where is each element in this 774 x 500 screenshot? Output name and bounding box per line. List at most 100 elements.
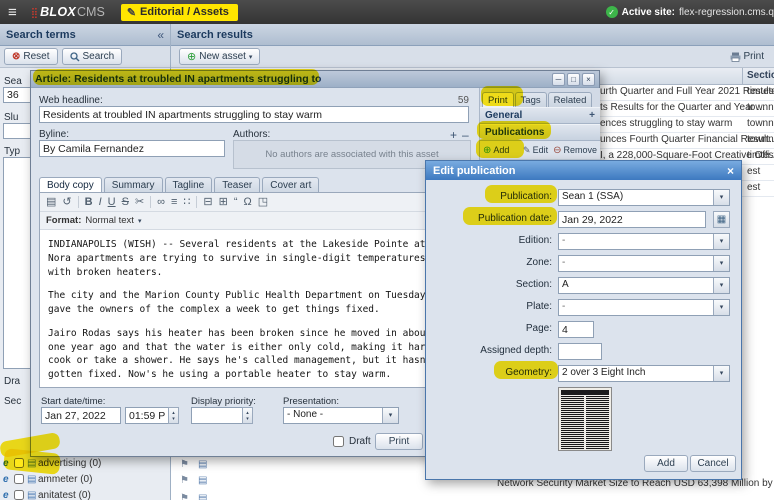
toolbar-separator [196, 196, 197, 208]
time-stepper[interactable]: ▴ ▾ [168, 407, 179, 424]
align-icon[interactable]: ≡ [171, 197, 177, 208]
zone-select[interactable]: - ▾ [558, 255, 730, 272]
calendar-icon[interactable]: ▦ [713, 211, 730, 228]
fullscreen-icon[interactable]: ◳ [258, 197, 268, 208]
reset-button[interactable]: ⊗ Reset [4, 48, 58, 65]
minus-circle-icon: ⊖ [553, 145, 561, 156]
plus-circle-icon: ⊕ [187, 50, 196, 63]
list-icon[interactable]: ∷ [183, 197, 190, 208]
link-icon[interactable]: ∞ [157, 197, 165, 208]
sections-field-label: Sec [4, 396, 21, 407]
presentation-select[interactable]: - None - ▾ [283, 407, 399, 424]
italic-icon[interactable]: I [99, 197, 102, 208]
display-priority-input[interactable] [191, 407, 243, 424]
blox-cms-app: ≡ ⣿ BLOX CMS ✎ Editorial / Assets ✓ Acti… [0, 0, 774, 500]
stepper-down-icon[interactable]: ▾ [246, 416, 249, 422]
close-icon[interactable]: × [727, 164, 734, 178]
chevron-down-icon: ▾ [249, 53, 253, 61]
search-terms-header: Search terms « [0, 24, 170, 46]
print-tab-button[interactable]: Print [375, 433, 423, 450]
maximize-icon[interactable]: □ [567, 73, 580, 86]
folder-icon: ▤ [27, 474, 36, 485]
body-paragraph: Jairo Rodas says his heater has been bro… [48, 327, 451, 382]
add-button[interactable]: Add [644, 455, 688, 472]
search-results-toolbar: ⊕ New asset ▾ Print [171, 46, 774, 68]
section-tree-item[interactable]: e ▤ anitatest (0) [0, 489, 170, 500]
underline-icon[interactable]: U [108, 197, 116, 208]
pencil-icon: ✎ [523, 145, 531, 156]
omega-icon[interactable]: Ω [244, 197, 252, 208]
strikethrough-icon[interactable]: S [122, 197, 129, 208]
menu-icon[interactable]: ≡ [8, 4, 17, 21]
assigned-depth-label: Assigned depth: [426, 345, 552, 356]
result-row[interactable]: ⚑ ▤ [171, 491, 774, 500]
preview-text-block [561, 396, 609, 450]
stepper-down-icon[interactable]: ▾ [172, 416, 175, 422]
search-label: Search [83, 51, 115, 62]
accordion-general[interactable]: General + [480, 107, 600, 124]
active-site-label: Active site: [622, 7, 675, 18]
section-label: Section: [426, 279, 552, 290]
hr-icon[interactable]: ⊟ [203, 197, 212, 208]
body-copy-textarea[interactable]: INDIANAPOLIS (WISH) -- Several residents… [40, 230, 457, 387]
bold-icon[interactable]: B [85, 197, 93, 208]
section-select[interactable]: A ▾ [558, 277, 730, 294]
start-date-input[interactable] [41, 407, 121, 424]
flag-icon: ⚑ [180, 459, 189, 470]
publication-select[interactable]: Sean 1 (SSA) ▾ [558, 189, 730, 206]
blox-logo[interactable]: ⣿ BLOX CMS [31, 5, 105, 19]
draft-checkbox-label: Draft [349, 436, 371, 447]
search-button[interactable]: Search [62, 48, 123, 65]
publication-date-input[interactable] [558, 211, 706, 228]
cancel-button[interactable]: Cancel [690, 455, 736, 472]
flag-icon: ⚑ [180, 493, 189, 500]
expand-icon[interactable]: + [589, 110, 595, 121]
authors-empty-text: No authors are associated with this asse… [265, 149, 438, 160]
geometry-value: 2 over 3 Eight Inch [559, 366, 713, 381]
publications-toolbar: ⊕ Add ✎ Edit ⊖ Remove [480, 141, 600, 160]
web-headline-input[interactable] [39, 106, 469, 123]
collapse-panel-icon[interactable]: « [157, 28, 164, 42]
close-icon[interactable]: × [582, 73, 595, 86]
section-value: A [559, 278, 713, 293]
section-tree-item[interactable]: e ▤ ammeter (0) [0, 473, 170, 488]
priority-stepper[interactable]: ▴ ▾ [242, 407, 253, 424]
add-publication-button[interactable]: ⊕ Add [483, 145, 509, 156]
result-section: est [747, 166, 760, 177]
e-edition-icon: e [3, 474, 9, 485]
quote-icon[interactable]: “ [234, 197, 238, 208]
edit-publication-button[interactable]: ✎ Edit [523, 145, 548, 156]
section-checkbox[interactable] [14, 458, 24, 468]
page-input[interactable] [558, 321, 594, 338]
format-value[interactable]: Normal text [85, 215, 134, 226]
cut-icon[interactable]: ✂ [135, 197, 144, 208]
section-tree-item[interactable]: e ▤ advertising (0) [0, 457, 170, 472]
edition-select[interactable]: - ▾ [558, 233, 730, 250]
active-site[interactable]: ✓ Active site: flex-regression.cms.q [606, 6, 774, 18]
plate-select[interactable]: - ▾ [558, 299, 730, 316]
edit-publication-titlebar[interactable]: Edit publication × [426, 161, 741, 180]
remove-publication-button[interactable]: ⊖ Remove [553, 145, 597, 156]
accordion-publications[interactable]: Publications [480, 124, 600, 141]
cancel-button-label: Cancel [697, 458, 728, 469]
draft-checkbox[interactable] [333, 436, 344, 447]
minimize-icon[interactable]: ─ [552, 73, 565, 86]
section-checkbox[interactable] [14, 490, 24, 500]
chevron-down-icon[interactable]: ▾ [138, 217, 142, 225]
accordion-publications-label: Publications [485, 127, 544, 138]
article-window-titlebar[interactable]: Article: Residents at troubled IN apartm… [31, 71, 599, 88]
assigned-depth-input[interactable] [558, 343, 602, 360]
print-results-button[interactable]: Print [730, 51, 764, 62]
section-column-header[interactable]: Section [747, 70, 774, 81]
app-section-editorial-assets[interactable]: ✎ Editorial / Assets [121, 4, 238, 21]
paste-icon[interactable]: ▤ [46, 197, 56, 208]
geometry-select[interactable]: 2 over 3 Eight Inch ▾ [558, 365, 730, 382]
section-checkbox[interactable] [14, 474, 24, 484]
section-tree-label: anitatest (0) [38, 490, 91, 500]
undo-icon[interactable]: ↺ [62, 197, 71, 208]
new-asset-button[interactable]: ⊕ New asset ▾ [179, 48, 260, 65]
byline-input[interactable] [39, 140, 225, 157]
print-results-label: Print [743, 51, 764, 62]
table-icon[interactable]: ⊞ [219, 197, 228, 208]
active-check-icon: ✓ [606, 6, 618, 18]
